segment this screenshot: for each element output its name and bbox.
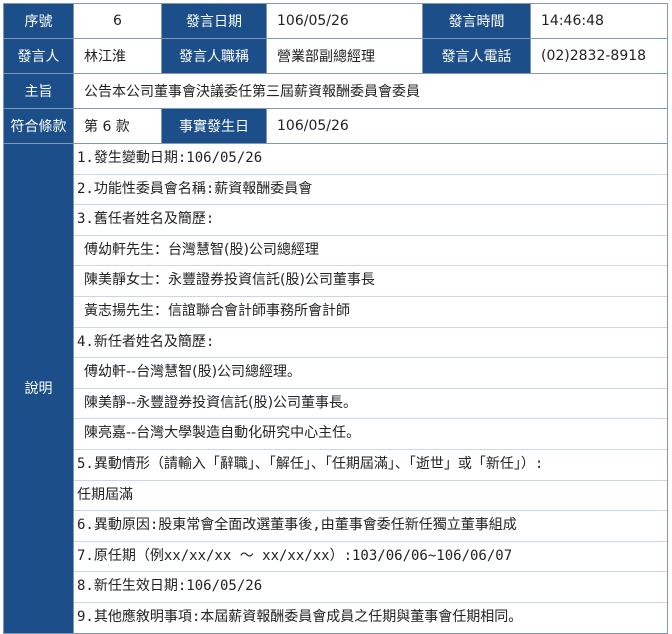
announce-time-label: 發言時間 xyxy=(422,3,531,39)
row-subject: 主旨 公告本公司董事會決議委任第三屆薪資報酬委員會委員 xyxy=(3,73,668,109)
description-line: 陳美靜女士：永豐證券投資信託(股)公司董事長 xyxy=(74,266,667,297)
description-line: 2.功能性委員會名稱:薪資報酬委員會 xyxy=(74,175,667,206)
description-body: 1.發生變動日期:106/05/26 2.功能性委員會名稱:薪資報酬委員會 3.舊任… xyxy=(73,143,668,634)
speaker-label: 發言人 xyxy=(3,38,74,74)
speaker-phone-value: (02)2832-8918 xyxy=(530,38,668,74)
description-line: 3.舊任者姓名及簡歷: xyxy=(74,205,667,236)
description-line: 陳美靜--永豐證券投資信託(股)公司董事長。 xyxy=(74,389,667,420)
description-line: 黃志揚先生：信誼聯合會計師事務所會計師 xyxy=(74,297,667,328)
subject-value: 公告本公司董事會決議委任第三屆薪資報酬委員會委員 xyxy=(73,73,668,109)
announce-time-value: 14:46:48 xyxy=(530,3,668,39)
announcement-table-wrapper: 序號 6 發言日期 106/05/26 發言時間 14:46:48 發言人 林江… xyxy=(3,3,668,634)
subject-label: 主旨 xyxy=(3,73,74,109)
seq-value: 6 xyxy=(73,3,162,39)
description-line: 任期屆滿 xyxy=(74,481,667,512)
event-date-value: 106/05/26 xyxy=(266,108,668,144)
description-line: 8.新任生效日期:106/05/26 xyxy=(74,572,667,603)
description-label: 說明 xyxy=(3,143,74,634)
row-speaker: 發言人 林江淮 發言人職稱 營業部副總經理 發言人電話 (02)2832-891… xyxy=(3,38,668,74)
description-line: 7.原任期（例xx/xx/xx ～ xx/xx/xx）:103/06/06~10… xyxy=(74,542,667,573)
description-line: 5.異動情形（請輸入「辭職」、「解任」、「任期屆滿」、「逝世」或「新任」）: xyxy=(74,450,667,481)
clause-value: 第 6 款 xyxy=(73,108,162,144)
speaker-phone-label: 發言人電話 xyxy=(422,38,531,74)
clause-label: 符合條款 xyxy=(3,108,74,144)
speaker-value: 林江淮 xyxy=(73,38,162,74)
row-clause: 符合條款 第 6 款 事實發生日 106/05/26 xyxy=(3,108,668,144)
announce-date-label: 發言日期 xyxy=(161,3,267,39)
row-description: 說明 1.發生變動日期:106/05/26 2.功能性委員會名稱:薪資報酬委員會 3… xyxy=(3,143,668,634)
announcement-table: 序號 6 發言日期 106/05/26 發言時間 14:46:48 發言人 林江… xyxy=(3,3,668,634)
description-line: 4.新任者姓名及簡歷: xyxy=(74,328,667,359)
announce-date-value: 106/05/26 xyxy=(266,3,423,39)
description-line: 傅幼軒先生：台灣慧智(股)公司總經理 xyxy=(74,236,667,267)
description-line: 傅幼軒--台灣慧智(股)公司總經理。 xyxy=(74,358,667,389)
description-line: 陳亮嘉--台灣大學製造自動化研究中心主任。 xyxy=(74,419,667,450)
description-line: 6.異動原因:股東常會全面改選董事後,由董事會委任新任獨立董事組成 xyxy=(74,511,667,542)
speaker-title-label: 發言人職稱 xyxy=(161,38,267,74)
event-date-label: 事實發生日 xyxy=(161,108,267,144)
seq-label: 序號 xyxy=(3,3,74,39)
description-lines: 1.發生變動日期:106/05/26 2.功能性委員會名稱:薪資報酬委員會 3.舊任… xyxy=(74,144,667,633)
description-line: 1.發生變動日期:106/05/26 xyxy=(74,144,667,175)
row-sequence: 序號 6 發言日期 106/05/26 發言時間 14:46:48 xyxy=(3,3,668,39)
speaker-title-value: 營業部副總經理 xyxy=(266,38,423,74)
description-line: 9.其他應敘明事項:本屆薪資報酬委員會成員之任期與董事會任期相同。 xyxy=(77,608,523,625)
